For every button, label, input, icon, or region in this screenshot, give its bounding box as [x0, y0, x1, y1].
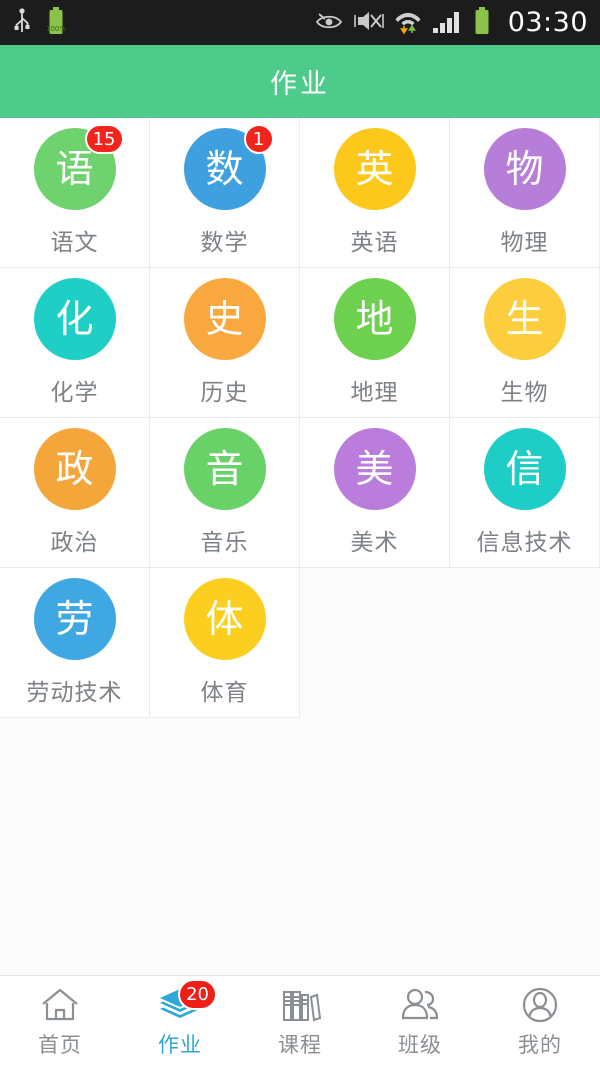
subject-cell[interactable]: 劳劳动技术	[0, 568, 150, 718]
nav-unread-badge: 20	[178, 978, 217, 1010]
subject-bubble-icon: 化	[33, 278, 116, 360]
nav-item-0[interactable]: 首页	[0, 976, 120, 1067]
subject-label: 美术	[350, 530, 399, 556]
status-bar: 100% 03:30	[0, 0, 600, 45]
subject-cell[interactable]: 地地理	[300, 268, 450, 418]
subject-label: 数学	[200, 230, 249, 256]
subject-cell[interactable]: 体体育	[150, 568, 300, 718]
subject-icon-wrap: 史	[183, 278, 266, 360]
subject-icon-wrap: 地	[333, 278, 416, 360]
nav-item-2[interactable]: 课程	[240, 976, 360, 1067]
app-screen: 100% 03:30 作业 语 15 语文 数 1 数学 英 英语 物 物理 化…	[0, 0, 600, 1067]
bottom-navigation: 首页 20 作业 课程 班级 我的	[0, 975, 600, 1067]
subject-icon-wrap: 物	[483, 128, 566, 210]
subject-icon-wrap: 体	[183, 578, 266, 660]
signal-bars-icon	[432, 8, 462, 38]
subject-bubble-icon: 政	[33, 428, 116, 510]
layers-icon: 20	[157, 978, 217, 1025]
subject-cell[interactable]: 史历史	[150, 268, 300, 418]
subject-cell[interactable]: 物物理	[450, 118, 600, 268]
nav-item-label: 班级	[398, 1032, 442, 1057]
app-header: 作业	[0, 45, 600, 118]
subject-label: 历史	[200, 380, 249, 406]
subject-bubble-icon: 史	[183, 278, 266, 360]
subject-bubble-icon: 体	[183, 578, 266, 660]
subject-label: 劳动技术	[26, 680, 123, 706]
status-bar-right-icons: 03:30	[314, 6, 588, 40]
subject-bubble-icon: 信	[483, 428, 566, 510]
subject-cell[interactable]: 信信息技术	[450, 418, 600, 568]
battery-icon	[472, 6, 492, 40]
subject-icon-wrap: 数1	[183, 124, 274, 210]
subject-grid: 语 15 语文数 1 数学英英语物物理化化学史历史地地理生生物政政治音音乐美美术信信息技…	[0, 118, 600, 718]
subject-label: 物理	[500, 230, 549, 256]
subject-label: 语文	[50, 230, 99, 256]
subject-bubble-icon: 地	[333, 278, 416, 360]
home-icon	[37, 985, 83, 1025]
subject-icon-wrap: 生	[483, 278, 566, 360]
subject-bubble-icon: 生	[483, 278, 566, 360]
subject-bubble-icon: 英	[333, 128, 416, 210]
subject-icon-wrap: 英	[333, 128, 416, 210]
subject-cell[interactable]: 政政治	[0, 418, 150, 568]
unread-badge: 1	[243, 124, 274, 154]
page-title: 作业	[270, 69, 330, 100]
usb-icon	[12, 7, 32, 39]
subject-bubble-icon: 劳	[33, 578, 116, 660]
subject-bubble-icon: 物	[483, 128, 566, 210]
subject-cell[interactable]: 生生物	[450, 268, 600, 418]
subject-icon-wrap: 音	[183, 428, 266, 510]
nav-item-3[interactable]: 班级	[360, 976, 480, 1067]
books-icon	[277, 985, 323, 1025]
subject-cell[interactable]: 音音乐	[150, 418, 300, 568]
subject-icon-wrap: 信	[483, 428, 566, 510]
subject-label: 生物	[500, 380, 549, 406]
status-bar-clock: 03:30	[507, 7, 588, 38]
unread-badge: 15	[84, 124, 124, 154]
subject-bubble-icon: 美	[333, 428, 416, 510]
subject-label: 音乐	[200, 530, 249, 556]
subject-icon-wrap: 政	[33, 428, 116, 510]
vibrate-mute-icon	[353, 8, 384, 38]
wifi-data-icon	[394, 7, 422, 39]
subject-cell[interactable]: 化化学	[0, 268, 150, 418]
subject-cell[interactable]: 美美术	[300, 418, 450, 568]
subject-label: 地理	[350, 380, 399, 406]
nav-item-1[interactable]: 20 作业	[120, 976, 240, 1067]
subject-icon-wrap: 美	[333, 428, 416, 510]
subject-cell[interactable]: 英英语	[300, 118, 450, 268]
group-icon	[397, 985, 443, 1025]
nav-item-label: 作业	[158, 1032, 202, 1057]
battery-charging-icon: 100%	[46, 6, 66, 40]
nav-item-label: 课程	[278, 1032, 322, 1057]
nav-item-label: 我的	[518, 1032, 562, 1057]
subject-icon-wrap: 化	[33, 278, 116, 360]
nav-item-4[interactable]: 我的	[480, 976, 600, 1067]
subject-icon-wrap: 劳	[33, 578, 116, 660]
subject-cell[interactable]: 数 1 数学	[150, 118, 300, 268]
profile-icon	[517, 985, 563, 1025]
eye-care-icon	[314, 9, 344, 37]
subject-icon-wrap: 语 15	[33, 124, 124, 210]
subject-bubble-icon: 音	[183, 428, 266, 510]
subject-label: 信息技术	[476, 530, 573, 556]
subject-label: 英语	[350, 230, 399, 256]
subject-label: 化学	[50, 380, 99, 406]
subject-label: 体育	[200, 680, 249, 706]
subject-label: 政治	[50, 530, 99, 556]
status-bar-left-icons: 100%	[12, 6, 66, 40]
nav-item-label: 首页	[38, 1032, 82, 1057]
subject-cell[interactable]: 语 15 语文	[0, 118, 150, 268]
battery-percent-text: 100%	[46, 25, 66, 33]
